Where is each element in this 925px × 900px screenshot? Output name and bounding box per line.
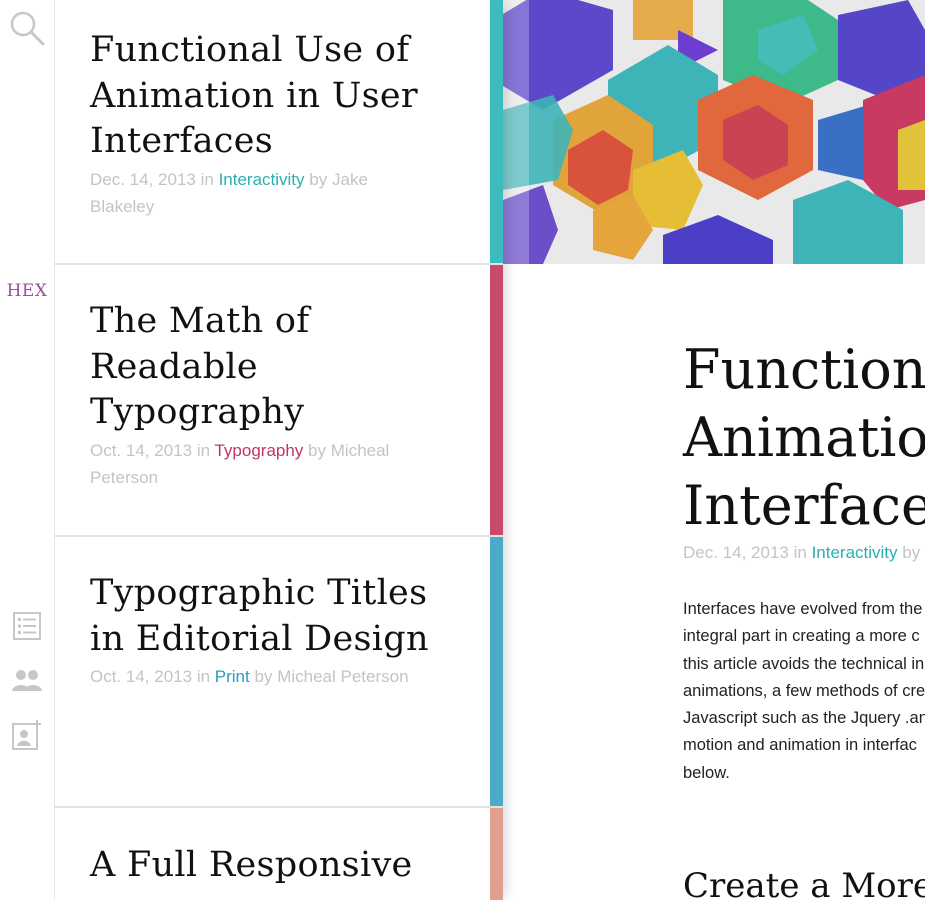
- post-meta: Dec. 14, 2013 in Interactivity by Jake B…: [90, 170, 368, 216]
- category-link[interactable]: Typography: [214, 441, 303, 460]
- add-contact-icon[interactable]: [0, 718, 54, 752]
- post-title[interactable]: The Math of Readable Typography: [90, 299, 460, 436]
- article-pane: Function Animatio Interface Dec. 14, 201…: [503, 0, 925, 900]
- post-meta: Oct. 14, 2013 in Typography by Micheal P…: [90, 441, 390, 487]
- icon-rail: HEX: [0, 0, 55, 900]
- hero-image: [503, 0, 925, 264]
- post-accent-bar: [490, 265, 503, 535]
- post-item[interactable]: Typographic Titles in Editorial Design O…: [55, 537, 503, 808]
- post-meta: Oct. 14, 2013 in Print by Micheal Peters…: [90, 667, 409, 686]
- article-title: Function Animatio Interface: [683, 338, 925, 537]
- post-item[interactable]: A Full Responsive: [55, 808, 503, 900]
- post-title[interactable]: Functional Use of Animation in User Inte…: [90, 28, 460, 165]
- post-accent-bar: [490, 0, 503, 263]
- post-title[interactable]: A Full Responsive: [90, 843, 460, 889]
- post-accent-bar: [490, 537, 503, 806]
- list-icon[interactable]: [0, 609, 54, 643]
- post-list: Functional Use of Animation in User Inte…: [55, 0, 503, 900]
- category-link[interactable]: Interactivity: [219, 170, 305, 189]
- category-link[interactable]: Print: [215, 667, 250, 686]
- post-title[interactable]: Typographic Titles in Editorial Design: [90, 571, 460, 662]
- post-item[interactable]: The Math of Readable Typography Oct. 14,…: [55, 265, 503, 537]
- post-item[interactable]: Functional Use of Animation in User Inte…: [55, 0, 503, 265]
- article-meta: Dec. 14, 2013 in Interactivity by J: [683, 543, 925, 562]
- section-heading: Create a More: [683, 866, 925, 900]
- category-link[interactable]: Interactivity: [812, 543, 898, 562]
- brand-logo[interactable]: HEX: [0, 281, 54, 301]
- article-body: Interfaces have evolved from the integra…: [683, 600, 925, 782]
- people-icon[interactable]: [0, 664, 54, 696]
- search-icon[interactable]: [0, 8, 54, 48]
- post-accent-bar: [490, 808, 503, 900]
